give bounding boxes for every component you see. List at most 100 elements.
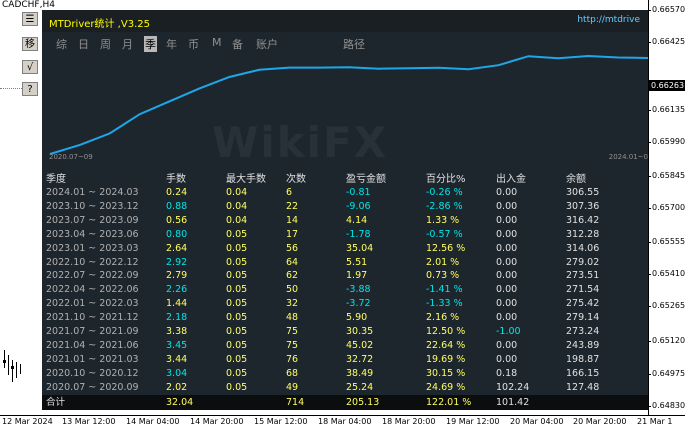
table-cell: 3.44 xyxy=(166,353,188,365)
current-price-label: 0.66263 xyxy=(649,80,685,91)
table-cell: 166.15 xyxy=(566,367,600,379)
time-tick: 18 Mar 20:00 xyxy=(382,417,436,426)
table-cell: 1.44 xyxy=(166,298,188,310)
table-cell: 0.80 xyxy=(166,228,188,240)
table-cell: 2023.10 ~ 2023.12 xyxy=(46,200,139,212)
table-cell: 273.51 xyxy=(566,270,600,282)
table-cell: 306.55 xyxy=(566,187,600,198)
time-tick: 14 Mar 20:00 xyxy=(190,417,244,426)
table-cell: 32.72 xyxy=(346,353,374,365)
table-cell: 2021.01 ~ 2021.03 xyxy=(46,353,139,365)
table-cell: -0.81 xyxy=(346,187,371,198)
table-cell: 0.73 % xyxy=(426,270,460,282)
horizontal-price-line xyxy=(0,88,22,89)
table-cell: 0.56 xyxy=(166,214,188,226)
total-cell: 32.04 xyxy=(166,397,194,408)
panel-url-link[interactable]: http://mtdrive xyxy=(577,15,640,25)
table-cell: 75 xyxy=(286,326,299,337)
table-cell: 0.00 xyxy=(496,312,518,324)
table-cell: -1.33 % xyxy=(426,298,463,310)
table-row: 2022.01 ~ 2022.03 1.44 0.05 32 -3.72 -1.33 % 0… xyxy=(42,297,648,311)
mtdriver-stats-panel: MTDriver统计 ,V3.25 http://mtdrive 综日周月季年币… xyxy=(42,10,648,410)
table-cell: 0.05 xyxy=(226,284,248,296)
menu-icon[interactable]: ☰ xyxy=(22,12,38,26)
check-icon[interactable]: √ xyxy=(22,60,38,74)
table-row: 2023.07 ~ 2023.09 0.56 0.04 14 4.14 1.33 % 0.0… xyxy=(42,214,648,228)
table-cell: 1.97 xyxy=(346,270,368,282)
candlestick xyxy=(4,350,5,368)
candlestick xyxy=(12,360,13,382)
table-cell: 12.50 % xyxy=(426,326,466,337)
panel-title-bar[interactable]: MTDriver统计 ,V3.25 http://mtdrive xyxy=(42,10,648,32)
table-cell: 75 xyxy=(286,339,299,351)
time-tick: 18 Mar 04:00 xyxy=(318,417,372,426)
table-cell: -1.00 xyxy=(496,326,521,337)
table-cell: 2023.04 ~ 2023.06 xyxy=(46,228,139,240)
table-cell: 0.00 xyxy=(496,228,518,240)
column-header: 最大手数 xyxy=(226,174,266,185)
table-cell: 279.14 xyxy=(566,312,600,324)
column-header: 盈亏金额 xyxy=(346,174,386,185)
table-row: 2021.04 ~ 2021.06 3.45 0.05 75 45.02 22.64 % 0… xyxy=(42,339,648,353)
help-icon[interactable]: ? xyxy=(22,82,38,96)
table-cell: 0.05 xyxy=(226,339,248,351)
table-cell: 0.05 xyxy=(226,326,248,337)
time-tick: 14 Mar 04:00 xyxy=(126,417,180,426)
table-cell: 0.05 xyxy=(226,256,248,268)
time-tick: 19 Mar 12:00 xyxy=(446,417,500,426)
table-cell: -1.78 xyxy=(346,228,371,240)
table-cell: 0.04 xyxy=(226,187,248,198)
candlestick xyxy=(20,364,21,374)
table-cell: 275.42 xyxy=(566,298,600,310)
table-row: 2021.10 ~ 2021.12 2.18 0.05 48 5.90 2.16 % 0.0… xyxy=(42,311,648,325)
price-tick: 0.66570 xyxy=(647,5,685,14)
time-axis[interactable]: 12 Mar 2024 13 Mar 12:00 14 Mar 04:00 14 Ma… xyxy=(0,415,685,429)
table-cell: -2.86 % xyxy=(426,200,463,212)
price-tick: 0.65700 xyxy=(647,203,685,212)
table-cell: 2.92 xyxy=(166,256,188,268)
table-cell: 0.00 xyxy=(496,214,518,226)
table-cell: 2024.01 ~ 2024.03 xyxy=(46,187,139,198)
table-cell: 102.24 xyxy=(496,381,530,393)
column-header: 季度 xyxy=(46,174,66,185)
tab-7[interactable]: M xyxy=(212,36,222,49)
curve-start-label: 2020.07~09 xyxy=(49,153,93,161)
table-cell: 0.00 xyxy=(496,200,518,212)
table-cell: 45.02 xyxy=(346,339,374,351)
table-cell: -3.88 xyxy=(346,284,371,296)
candlestick xyxy=(11,366,14,369)
table-cell: 3.38 xyxy=(166,326,188,337)
total-cell: 101.42 xyxy=(496,397,530,408)
table-cell: 0.04 xyxy=(226,214,248,226)
price-axis[interactable]: 0.66570 0.66425 0.66135 0.65990 0.65845 0.657… xyxy=(647,0,685,415)
move-icon[interactable]: 移 xyxy=(22,37,38,51)
table-cell: -3.72 xyxy=(346,298,371,310)
table-row: 2022.04 ~ 2022.06 2.26 0.05 50 -3.88 -1.41 % 0… xyxy=(42,283,648,297)
curve-end-label: 2024.01~0 xyxy=(608,153,648,161)
table-cell: 2.64 xyxy=(166,242,188,254)
table-cell: 2022.10 ~ 2022.12 xyxy=(46,256,139,268)
price-tick: 0.65990 xyxy=(647,137,685,146)
table-cell: 0.88 xyxy=(166,200,188,212)
total-row: 合计 32.04 714 205.13 122.01 % 101.42 xyxy=(42,395,648,410)
price-tick: 0.65265 xyxy=(647,301,685,310)
table-cell: 2.79 xyxy=(166,270,188,282)
total-cell: 205.13 xyxy=(346,397,380,408)
table-cell: 76 xyxy=(286,353,299,365)
table-cell: 49 xyxy=(286,381,299,393)
column-header: 次数 xyxy=(286,174,306,185)
table-cell: 24.69 % xyxy=(426,381,466,393)
table-cell: 22.64 % xyxy=(426,339,466,351)
table-cell: -9.06 xyxy=(346,200,371,212)
table-cell: 0.00 xyxy=(496,339,518,351)
table-cell: 0.05 xyxy=(226,228,248,240)
table-cell: 0.05 xyxy=(226,242,248,254)
table-cell: 0.00 xyxy=(496,242,518,254)
table-cell: 2021.04 ~ 2021.06 xyxy=(46,339,139,351)
table-cell: 2022.04 ~ 2022.06 xyxy=(46,284,139,296)
time-tick: 20 Mar 20:00 xyxy=(573,417,627,426)
price-tick: 0.66135 xyxy=(647,105,685,114)
table-cell: 0.05 xyxy=(226,381,248,393)
time-tick: 21 Mar 1 xyxy=(637,417,673,426)
table-cell: 2023.07 ~ 2023.09 xyxy=(46,214,139,226)
